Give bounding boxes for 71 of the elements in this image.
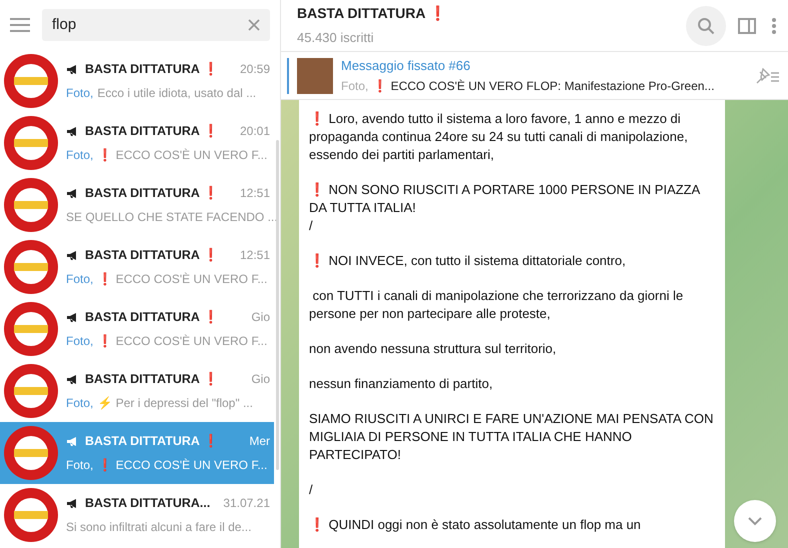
media-label: Foto, — [66, 333, 94, 350]
message-text: ❗ Loro, avendo tutto il sistema a loro favore, 1 anno e mezzo di propaganda continua 24ore su 24 su tutti canali di manipolazione, essendo dei partiti parlamentari, — [309, 110, 689, 164]
media-label: Foto, — [66, 271, 94, 288]
message-text: nessun finanziamento di partito, — [309, 375, 494, 393]
megaphone-icon — [66, 188, 79, 198]
chat-name: BASTA DITTATURA ❗ — [85, 60, 220, 78]
message-preview: ❗ ECCO COS'È UN VERO F... — [97, 333, 268, 350]
chat-name: BASTA DITTATURA ❗ — [85, 184, 220, 202]
message-preview: Si sono infiltrati alcuni a fare il de... — [66, 519, 252, 536]
sidebar-icon[interactable] — [738, 18, 756, 34]
message-preview: ❗ ECCO COS'È UN VERO F... — [97, 457, 268, 474]
chat-time: Gio — [251, 309, 270, 326]
message-preview: ⚡ Per i depressi del "flop" ... — [97, 395, 253, 412]
avatar — [4, 178, 58, 232]
avatar — [4, 364, 58, 418]
media-label: Foto, — [66, 457, 94, 474]
search-input[interactable]: flop — [52, 14, 248, 36]
message-text: ❗ NOI INVECE, con tutto il sistema dittatoriale contro, — [309, 252, 627, 270]
message-preview: Ecco i utile idiota, usato dal ... — [97, 85, 256, 102]
chat-name: BASTA DITTATURA ❗ — [85, 246, 220, 264]
chat-time: 12:51 — [240, 247, 270, 264]
avatar — [4, 240, 58, 294]
megaphone-icon — [66, 312, 79, 322]
media-label: Foto, — [66, 85, 94, 102]
message-text: con TUTTI i canali di manipolazione che terrorizzano da giorni le persone per non partecipare alle proteste, — [309, 287, 684, 323]
pin-list-icon[interactable] — [754, 68, 780, 84]
avatar — [4, 116, 58, 170]
subscriber-count: 45.430 iscritti — [297, 29, 375, 48]
message-text: / — [309, 481, 314, 499]
chat-name: BASTA DITTATURA... — [85, 494, 212, 512]
more-icon[interactable] — [772, 18, 776, 34]
media-label: Foto, — [341, 78, 368, 96]
chat-time: 20:59 — [240, 61, 270, 78]
search-icon — [697, 16, 715, 34]
message-text: non avendo nessuna struttura sul territorio, — [309, 340, 558, 358]
chat-name: BASTA DITTATURA ❗ — [85, 432, 220, 450]
menu-icon[interactable] — [10, 18, 30, 32]
megaphone-icon — [66, 498, 79, 508]
message-text: SIAMO RIUSCITI A UNIRCI E FARE UN'AZIONE MAI PENSATA CON MIGLIAIA DI PERSONE IN TUTTA ITALIA CHE HANNO PARTECIPATO! — [309, 410, 714, 464]
message-preview: ❗ ECCO COS'È UN VERO F... — [97, 147, 268, 164]
megaphone-icon — [66, 64, 79, 74]
chat-time: 31.07.21 — [223, 495, 270, 512]
megaphone-icon — [66, 126, 79, 136]
chat-time: Mer — [249, 433, 270, 450]
avatar — [4, 426, 58, 480]
pinned-preview: ❗ ECCO COS'È UN VERO FLOP: Manifestazione Pro-Green... — [372, 78, 714, 96]
search-button[interactable] — [686, 6, 726, 46]
avatar — [4, 54, 58, 108]
avatar — [4, 488, 58, 542]
chat-time: 12:51 — [240, 185, 270, 202]
chat-title: BASTA DITTATURA ❗ — [297, 4, 447, 24]
message-preview: ❗ ECCO COS'È UN VERO F... — [97, 271, 268, 288]
message-text: ❗ QUINDI oggi non è stato assolutamente un flop ma un — [309, 516, 642, 534]
megaphone-icon — [66, 250, 79, 260]
chat-name: BASTA DITTATURA ❗ — [85, 308, 220, 326]
chat-time: 20:01 — [240, 123, 270, 140]
megaphone-icon — [66, 436, 79, 446]
avatar — [4, 302, 58, 356]
scroll-down-button[interactable] — [734, 500, 776, 542]
chat-name: BASTA DITTATURA ❗ — [85, 370, 220, 388]
message-text: ❗ NON SONO RIUSCITI A PORTARE 1000 PERSONE IN PIAZZA DA TUTTA ITALIA! / — [309, 181, 701, 235]
media-label: Foto, — [66, 395, 94, 412]
search-field[interactable]: flop — [42, 9, 270, 41]
photo-placeholder — [297, 58, 333, 94]
pinned-title: Messaggio fissato #66 — [341, 56, 472, 75]
megaphone-icon — [66, 374, 79, 384]
chat-time: Gio — [251, 371, 270, 388]
media-label: Foto, — [66, 147, 94, 164]
chat-name: BASTA DITTATURA ❗ — [85, 122, 220, 140]
chevron-down-icon — [747, 516, 763, 526]
close-icon[interactable] — [248, 19, 260, 31]
